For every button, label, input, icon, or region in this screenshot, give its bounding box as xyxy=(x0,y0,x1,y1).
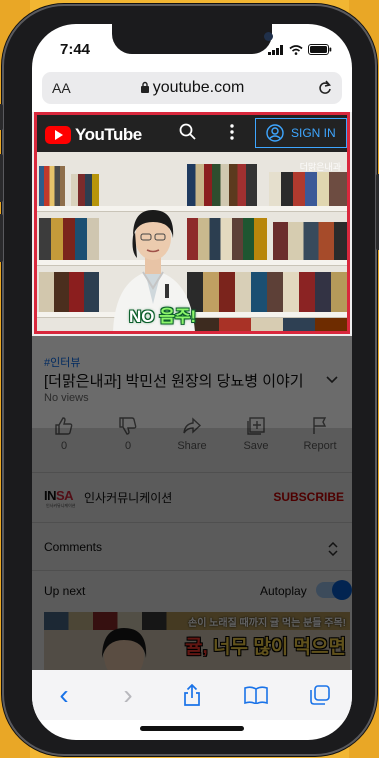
share-button[interactable]: Share xyxy=(160,416,224,466)
video-caption: NO 음주! xyxy=(129,302,196,327)
share-icon[interactable] xyxy=(172,684,212,706)
save-icon xyxy=(247,417,265,435)
watermark-text: 더맑은내과 xyxy=(299,162,341,172)
safari-toolbar: ‹ › xyxy=(32,670,352,720)
channel-logo-subtitle: 인사커뮤니케이션 xyxy=(46,503,76,508)
channel-name[interactable]: 인사커뮤니케이션 xyxy=(84,489,172,506)
dislike-count: 0 xyxy=(124,440,132,452)
lock-icon xyxy=(140,81,149,93)
up-next-label: Up next xyxy=(44,584,86,598)
autoplay-toggle[interactable] xyxy=(316,580,352,600)
books xyxy=(71,174,99,206)
flag-icon xyxy=(313,417,327,434)
caption-highlight: 음주! xyxy=(159,307,197,326)
dislike-button[interactable]: 0 xyxy=(96,416,160,466)
home-indicator xyxy=(140,726,244,731)
books xyxy=(269,172,347,206)
channel-logo-text-a: IN xyxy=(44,488,57,503)
video-watermark: 더맑은내과 xyxy=(300,160,341,173)
phone-screen: 7:44 AA youtube.com YouTube SIGN IN 더맑은내… xyxy=(32,24,352,740)
share-label: Share xyxy=(177,440,207,452)
thumbnail-top-text: 손이 노래질 때까지 귤 먹는 분들 주목! xyxy=(188,618,346,629)
divider xyxy=(32,570,352,571)
report-button[interactable]: Report xyxy=(288,416,352,466)
search-icon[interactable] xyxy=(179,123,197,141)
thumbnail-headline-a: 귤, xyxy=(185,637,214,658)
sign-in-button[interactable]: SIGN IN xyxy=(255,118,347,148)
volume-down-button xyxy=(0,214,3,262)
status-time: 7:44 xyxy=(60,41,91,58)
status-icons xyxy=(268,44,332,55)
books xyxy=(187,272,347,312)
web-page: YouTube SIGN IN 더맑은내과 NO 음주! #인터뷰 [더맑은내과… xyxy=(32,112,352,672)
action-bar: 0 0 Share Save Report xyxy=(32,416,352,466)
subscribe-button[interactable]: SUBSCRIBE xyxy=(273,490,344,504)
view-count: No views xyxy=(44,392,89,404)
front-camera xyxy=(264,32,273,41)
url-text: youtube.com xyxy=(152,79,245,96)
channel-row: INSA 인사커뮤니케이션 인사커뮤니케이션 SUBSCRIBE xyxy=(44,486,344,512)
save-button[interactable]: Save xyxy=(224,416,288,466)
books xyxy=(39,218,99,260)
battery-icon xyxy=(308,44,332,55)
video-player[interactable]: 더맑은내과 NO 음주! xyxy=(34,152,350,334)
thumbnail-headline-b: 너무 많이 먹으면 xyxy=(213,637,346,658)
thumbs-up-icon xyxy=(55,417,73,435)
up-next-thumbnail[interactable]: 손이 노래질 때까지 귤 먹는 분들 주목! 귤, 너무 많이 먹으면 xyxy=(44,612,350,672)
mute-switch xyxy=(0,104,3,130)
youtube-logo[interactable]: YouTube xyxy=(45,125,142,145)
bookmarks-icon[interactable] xyxy=(236,686,276,704)
books xyxy=(39,272,99,312)
account-icon xyxy=(266,124,284,142)
comments-header[interactable]: Comments xyxy=(44,540,102,554)
thumbs-down-icon xyxy=(119,417,137,435)
like-count: 0 xyxy=(60,440,68,452)
channel-logo-text-b: SA xyxy=(56,488,74,503)
report-label: Report xyxy=(303,440,337,452)
phone-frame: 7:44 AA youtube.com YouTube SIGN IN 더맑은내… xyxy=(0,4,379,756)
back-button[interactable]: ‹ xyxy=(44,679,84,711)
autoplay-label: Autoplay xyxy=(260,584,307,598)
expand-icon[interactable] xyxy=(328,542,338,556)
url-field[interactable]: youtube.com xyxy=(42,79,342,97)
youtube-play-icon xyxy=(45,126,71,144)
like-button[interactable]: 0 xyxy=(32,416,96,466)
channel-logo[interactable]: INSA xyxy=(44,488,74,503)
books xyxy=(39,166,65,206)
forward-button[interactable]: › xyxy=(108,679,148,711)
books xyxy=(187,318,347,331)
share-icon xyxy=(183,417,202,434)
save-label: Save xyxy=(243,440,269,452)
divider xyxy=(32,472,352,473)
toggle-knob xyxy=(332,580,352,600)
reload-icon[interactable] xyxy=(318,80,332,96)
youtube-header: YouTube SIGN IN xyxy=(34,112,350,152)
signal-icon xyxy=(268,44,283,55)
thumbnail-doctor xyxy=(102,628,147,672)
youtube-wordmark: YouTube xyxy=(75,125,142,144)
tabs-icon[interactable] xyxy=(300,685,340,705)
more-vertical-icon[interactable] xyxy=(229,123,235,141)
wifi-icon xyxy=(289,44,303,55)
notch xyxy=(112,24,272,54)
books xyxy=(273,222,347,260)
video-title: [더맑은내과] 박민선 원장의 당뇨병 이야기 xyxy=(44,373,304,390)
chevron-down-icon[interactable] xyxy=(326,376,338,384)
hashtag-link[interactable]: #인터뷰 xyxy=(44,354,80,370)
volume-up-button xyxy=(0,154,3,202)
sign-in-label: SIGN IN xyxy=(291,126,336,140)
divider xyxy=(32,522,352,523)
address-bar[interactable]: AA youtube.com xyxy=(42,72,342,104)
caption-prefix: NO xyxy=(129,307,160,326)
thumbnail-headline: 귤, 너무 많이 먹으면 xyxy=(185,632,346,659)
